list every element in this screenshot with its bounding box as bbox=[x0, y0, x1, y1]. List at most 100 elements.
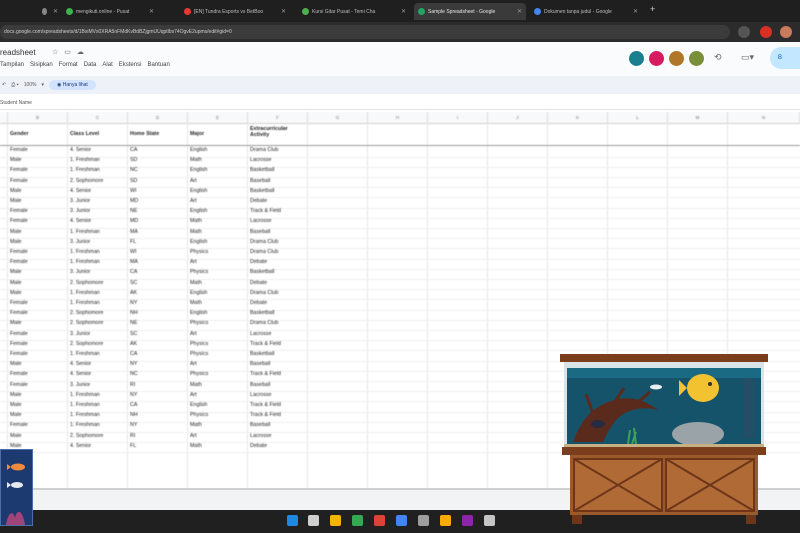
collaborator-avatar[interactable] bbox=[688, 50, 705, 67]
zoom-select[interactable]: 100% bbox=[24, 82, 37, 88]
table-cell[interactable]: Female bbox=[10, 208, 66, 214]
table-cell[interactable]: RI bbox=[130, 433, 186, 439]
table-cell[interactable]: Lacrosse bbox=[250, 331, 306, 337]
table-cell[interactable]: Female bbox=[10, 341, 66, 347]
column-letter[interactable]: B bbox=[8, 112, 68, 123]
table-cell[interactable]: RI bbox=[130, 382, 186, 388]
table-cell[interactable]: Physics bbox=[190, 320, 246, 326]
close-tab-icon[interactable]: ✕ bbox=[53, 8, 58, 15]
close-tab-icon[interactable]: ✕ bbox=[633, 8, 638, 15]
table-cell[interactable]: 4. Senior bbox=[70, 188, 126, 194]
table-cell[interactable]: Debate bbox=[250, 198, 306, 204]
column-letter[interactable]: M bbox=[668, 112, 728, 123]
table-cell[interactable]: 1. Freshman bbox=[70, 412, 126, 418]
table-cell[interactable]: 1. Freshman bbox=[70, 229, 126, 235]
bookmark-star-icon[interactable] bbox=[738, 26, 750, 38]
table-cell[interactable]: NC bbox=[130, 371, 186, 377]
table-cell[interactable]: Drama Club bbox=[250, 290, 306, 296]
table-cell[interactable]: Male bbox=[10, 280, 66, 286]
table-cell[interactable]: Male bbox=[10, 361, 66, 367]
taskbar-app-icon[interactable] bbox=[374, 515, 385, 526]
table-cell[interactable]: Art bbox=[190, 361, 246, 367]
extension-icon[interactable] bbox=[760, 26, 772, 38]
table-cell[interactable]: 4. Senior bbox=[70, 371, 126, 377]
close-tab-icon[interactable]: ✕ bbox=[401, 8, 406, 15]
table-cell[interactable]: Drama Club bbox=[250, 239, 306, 245]
table-cell[interactable]: Math bbox=[190, 443, 246, 449]
taskbar-app-icon[interactable] bbox=[440, 515, 451, 526]
table-cell[interactable]: 4. Senior bbox=[70, 147, 126, 153]
table-cell[interactable]: 1. Freshman bbox=[70, 392, 126, 398]
table-cell[interactable]: MD bbox=[130, 218, 186, 224]
table-cell[interactable]: NE bbox=[130, 208, 186, 214]
share-button[interactable]: B bbox=[770, 47, 800, 69]
table-cell[interactable]: Baseball bbox=[250, 361, 306, 367]
table-cell[interactable]: Debate bbox=[250, 300, 306, 306]
table-cell[interactable]: CA bbox=[130, 269, 186, 275]
table-cell[interactable]: 2. Sophomore bbox=[70, 178, 126, 184]
table-cell[interactable]: English bbox=[190, 208, 246, 214]
table-cell[interactable]: Math bbox=[190, 382, 246, 388]
table-cell[interactable]: SD bbox=[130, 178, 186, 184]
column-letter[interactable]: C bbox=[68, 112, 128, 123]
table-cell[interactable]: Track & Field bbox=[250, 371, 306, 377]
table-cell[interactable]: Physics bbox=[190, 371, 246, 377]
table-cell[interactable]: English bbox=[190, 290, 246, 296]
collaborator-avatar[interactable] bbox=[648, 50, 665, 67]
browser-tab[interactable]: mengikuti.online - Pusat ✕ bbox=[62, 3, 158, 20]
menu-item[interactable]: Sisipkan bbox=[30, 62, 53, 68]
table-cell[interactable]: CA bbox=[130, 351, 186, 357]
collaborator-avatar[interactable] bbox=[628, 50, 645, 67]
table-cell[interactable]: 3. Junior bbox=[70, 382, 126, 388]
table-cell[interactable]: 1. Freshman bbox=[70, 351, 126, 357]
table-cell[interactable]: 1. Freshman bbox=[70, 300, 126, 306]
table-cell[interactable]: NY bbox=[130, 392, 186, 398]
table-cell[interactable]: Male bbox=[10, 433, 66, 439]
table-cell[interactable]: Female bbox=[10, 300, 66, 306]
table-cell[interactable]: English bbox=[190, 167, 246, 173]
table-cell[interactable]: CA bbox=[130, 402, 186, 408]
taskbar-app-icon[interactable] bbox=[287, 515, 298, 526]
table-cell[interactable]: Basketball bbox=[250, 269, 306, 275]
table-cell[interactable]: Math bbox=[190, 300, 246, 306]
table-cell[interactable]: Male bbox=[10, 157, 66, 163]
undo-icon[interactable]: ↶ bbox=[2, 82, 6, 88]
taskbar-app-icon[interactable] bbox=[462, 515, 473, 526]
table-cell[interactable]: Male bbox=[10, 392, 66, 398]
table-cell[interactable]: Basketball bbox=[250, 351, 306, 357]
table-cell[interactable]: English bbox=[190, 239, 246, 245]
table-cell[interactable]: Art bbox=[190, 433, 246, 439]
table-cell[interactable]: 1. Freshman bbox=[70, 290, 126, 296]
table-cell[interactable]: Basketball bbox=[250, 167, 306, 173]
table-cell[interactable]: AK bbox=[130, 341, 186, 347]
table-cell[interactable]: Art bbox=[190, 392, 246, 398]
collaborator-avatar[interactable] bbox=[668, 50, 685, 67]
table-cell[interactable]: Physics bbox=[190, 249, 246, 255]
table-cell[interactable]: Female bbox=[10, 218, 66, 224]
table-cell[interactable]: 2. Sophomore bbox=[70, 341, 126, 347]
table-cell[interactable]: 1. Freshman bbox=[70, 259, 126, 265]
table-cell[interactable]: Math bbox=[190, 422, 246, 428]
table-cell[interactable]: Male bbox=[10, 239, 66, 245]
close-tab-icon[interactable]: ✕ bbox=[149, 8, 154, 15]
menu-item[interactable]: Ekstensi bbox=[119, 62, 142, 68]
browser-tab[interactable]: ✕ bbox=[38, 3, 62, 20]
browser-tab[interactable]: Kursi Gitar Pusat - Temi Cha ✕ bbox=[298, 3, 410, 20]
table-cell[interactable]: Debate bbox=[250, 280, 306, 286]
table-cell[interactable]: 3. Junior bbox=[70, 331, 126, 337]
table-cell[interactable]: Baseball bbox=[250, 178, 306, 184]
taskbar-app-icon[interactable] bbox=[352, 515, 363, 526]
close-tab-icon[interactable]: ✕ bbox=[281, 8, 286, 15]
table-cell[interactable]: Female bbox=[10, 351, 66, 357]
table-cell[interactable]: Track & Field bbox=[250, 402, 306, 408]
table-cell[interactable]: Baseball bbox=[250, 229, 306, 235]
table-cell[interactable]: NY bbox=[130, 361, 186, 367]
menu-item[interactable]: Bantuan bbox=[147, 62, 169, 68]
table-cell[interactable]: 1. Freshman bbox=[70, 167, 126, 173]
table-cell[interactable]: Art bbox=[190, 331, 246, 337]
table-cell[interactable]: Physics bbox=[190, 341, 246, 347]
table-cell[interactable]: Track & Field bbox=[250, 341, 306, 347]
view-mode-chip[interactable]: ◉ Hanya lihat bbox=[49, 80, 96, 90]
table-cell[interactable]: FL bbox=[130, 443, 186, 449]
document-title[interactable]: readsheet bbox=[0, 48, 36, 57]
